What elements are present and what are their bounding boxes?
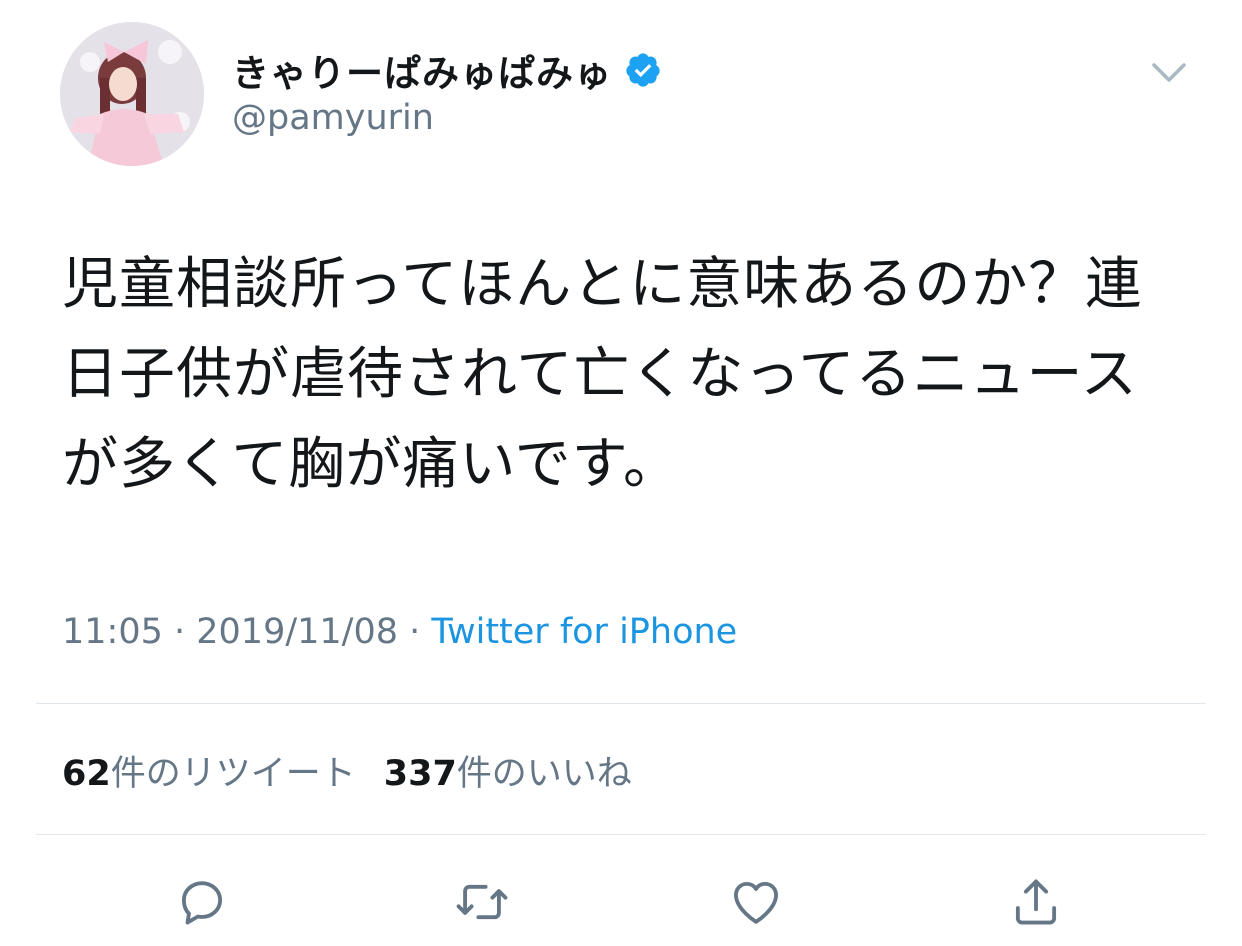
avatar-image [60, 22, 204, 166]
handle[interactable]: @pamyurin [232, 98, 434, 138]
retweet-icon[interactable] [452, 872, 512, 932]
tweet-date: 2019/11/08 [196, 612, 398, 652]
like-label: 件のいいね [456, 754, 632, 794]
retweet-count: 62 [62, 754, 111, 794]
tweet-metadata: 11:05 · 2019/11/08 · Twitter for iPhone [62, 612, 737, 652]
retweet-stat[interactable]: 62件のリツイート [62, 745, 356, 796]
display-name[interactable]: きゃりーぱみゅぱみゅ [232, 43, 612, 97]
heart-icon[interactable] [726, 872, 786, 932]
meta-separator: · [162, 612, 197, 652]
divider [36, 703, 1206, 704]
avatar[interactable] [60, 22, 204, 166]
share-icon[interactable] [1006, 872, 1066, 932]
like-count: 337 [383, 754, 457, 794]
like-stat[interactable]: 337件のいいね [384, 745, 632, 796]
chevron-down-icon[interactable] [1148, 55, 1190, 89]
reply-icon[interactable] [172, 872, 232, 932]
tweet-source-link[interactable]: Twitter for iPhone [431, 612, 737, 652]
tweet-time: 11:05 [62, 612, 163, 652]
verified-badge-icon [624, 51, 662, 89]
tweet-text: 児童相談所ってほんとに意味あるのか？連 日子供が虐待されて亡くなってるニュース … [62, 252, 1143, 497]
retweet-label: 件のリツイート [110, 754, 356, 794]
tweet-stats: 62件のリツイート 337件のいいね [62, 745, 632, 796]
meta-separator: · [398, 612, 432, 652]
divider [36, 834, 1206, 835]
author-name-row[interactable]: きゃりーぱみゅぱみゅ [232, 40, 662, 100]
